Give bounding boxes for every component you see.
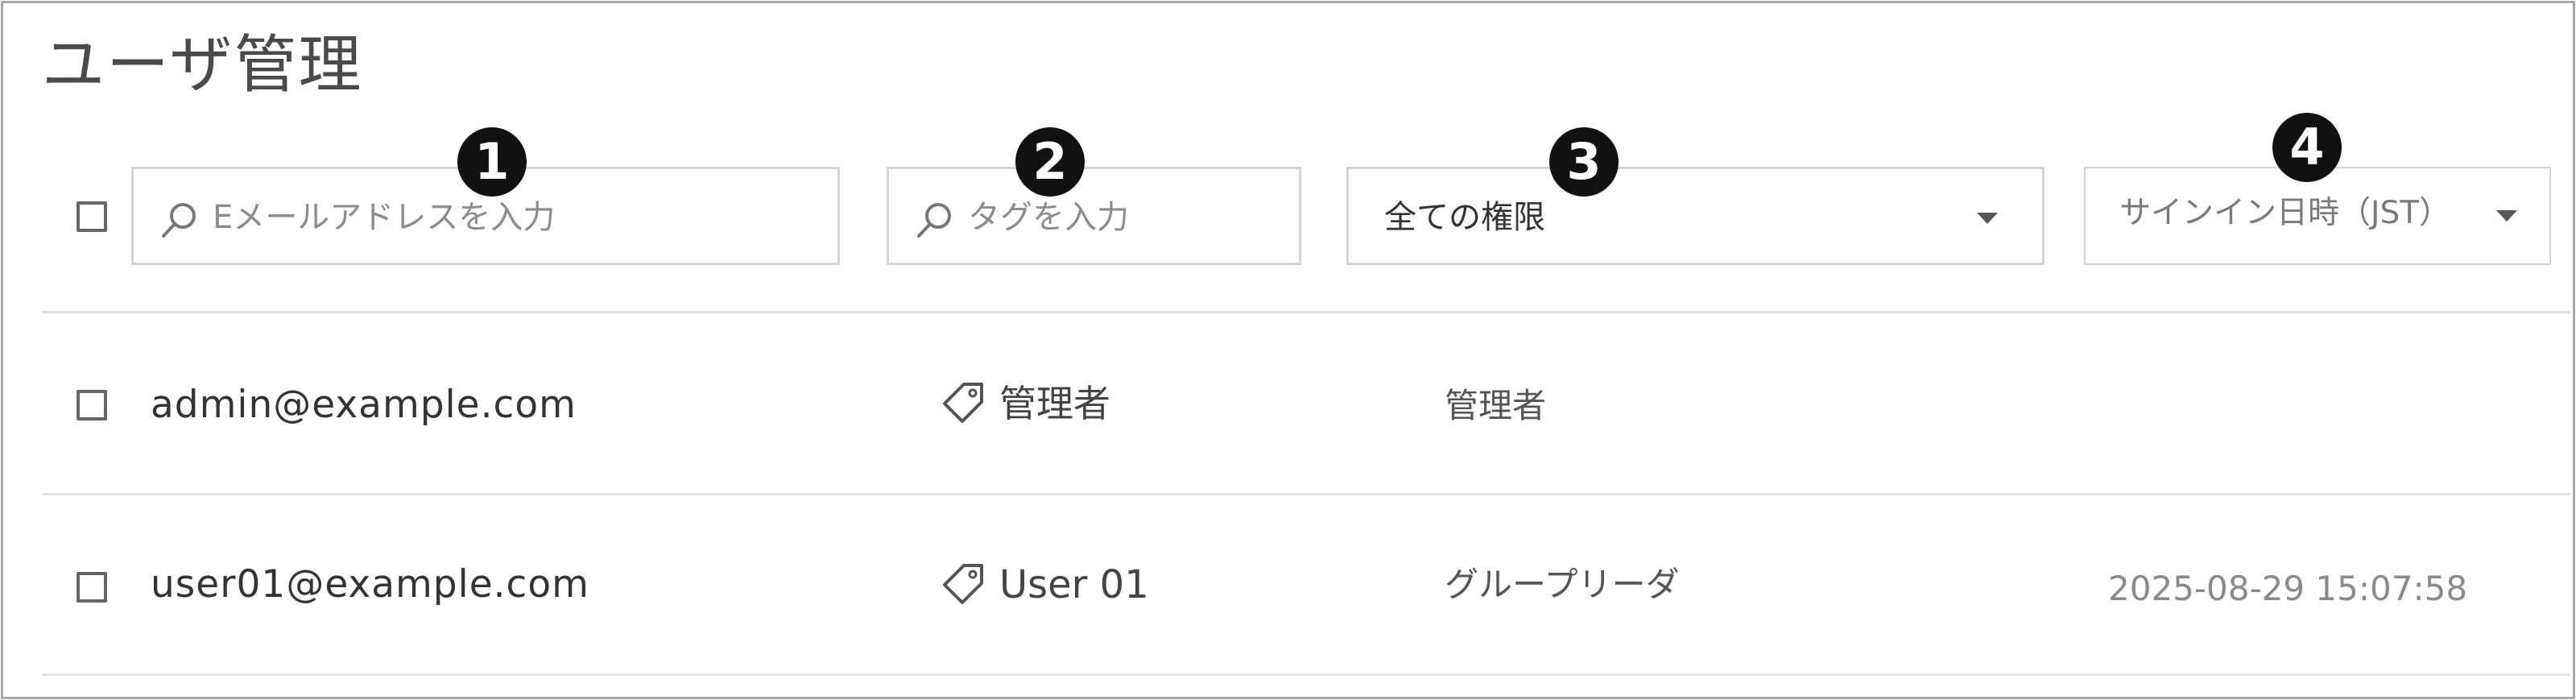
permission-select-value: 全ての権限 [1384, 199, 1545, 236]
marker-2: 2 [1015, 127, 1085, 197]
signin-date-sort[interactable]: サインイン日時（JST） [2084, 167, 2551, 265]
user-management-panel: ユーザ管理 Eメールアドレスを入力 タグを入力 全ての権限 サインイン日時（JS… [1, 1, 2575, 699]
search-icon [162, 203, 196, 238]
permission-select[interactable]: 全ての権限 [1346, 167, 2045, 265]
table-divider [42, 311, 2570, 313]
marker-1: 1 [457, 127, 527, 197]
user-signin-time: 2025-08-29 15:07:58 [2108, 569, 2468, 608]
user-email: admin@example.com [151, 383, 577, 427]
user-role: グループリーダ [1445, 565, 1680, 604]
user-email: user01@example.com [151, 562, 589, 607]
chevron-down-icon [1977, 213, 1998, 224]
tag-search-input[interactable]: タグを入力 [887, 167, 1301, 265]
chevron-down-icon [2496, 210, 2517, 222]
marker-4: 4 [2272, 113, 2342, 182]
user-role: 管理者 [1445, 386, 1547, 425]
table-divider [42, 493, 2570, 495]
user-tag: User 01 [999, 562, 1149, 607]
tag-search-placeholder: タグを入力 [968, 199, 1129, 236]
search-icon [917, 203, 951, 238]
row-checkbox[interactable] [76, 390, 107, 420]
page-title: ユーザ管理 [42, 29, 363, 101]
table-divider [42, 673, 2570, 676]
tag-icon [943, 383, 983, 423]
user-tag: 管理者 [999, 382, 1110, 425]
marker-3: 3 [1549, 127, 1619, 197]
tag-icon [943, 564, 983, 604]
email-search-placeholder: Eメールアドレスを入力 [213, 199, 556, 236]
signin-date-sort-label: サインイン日時（JST） [2119, 195, 2451, 231]
select-all-checkbox[interactable] [76, 201, 107, 232]
row-checkbox[interactable] [76, 572, 107, 603]
